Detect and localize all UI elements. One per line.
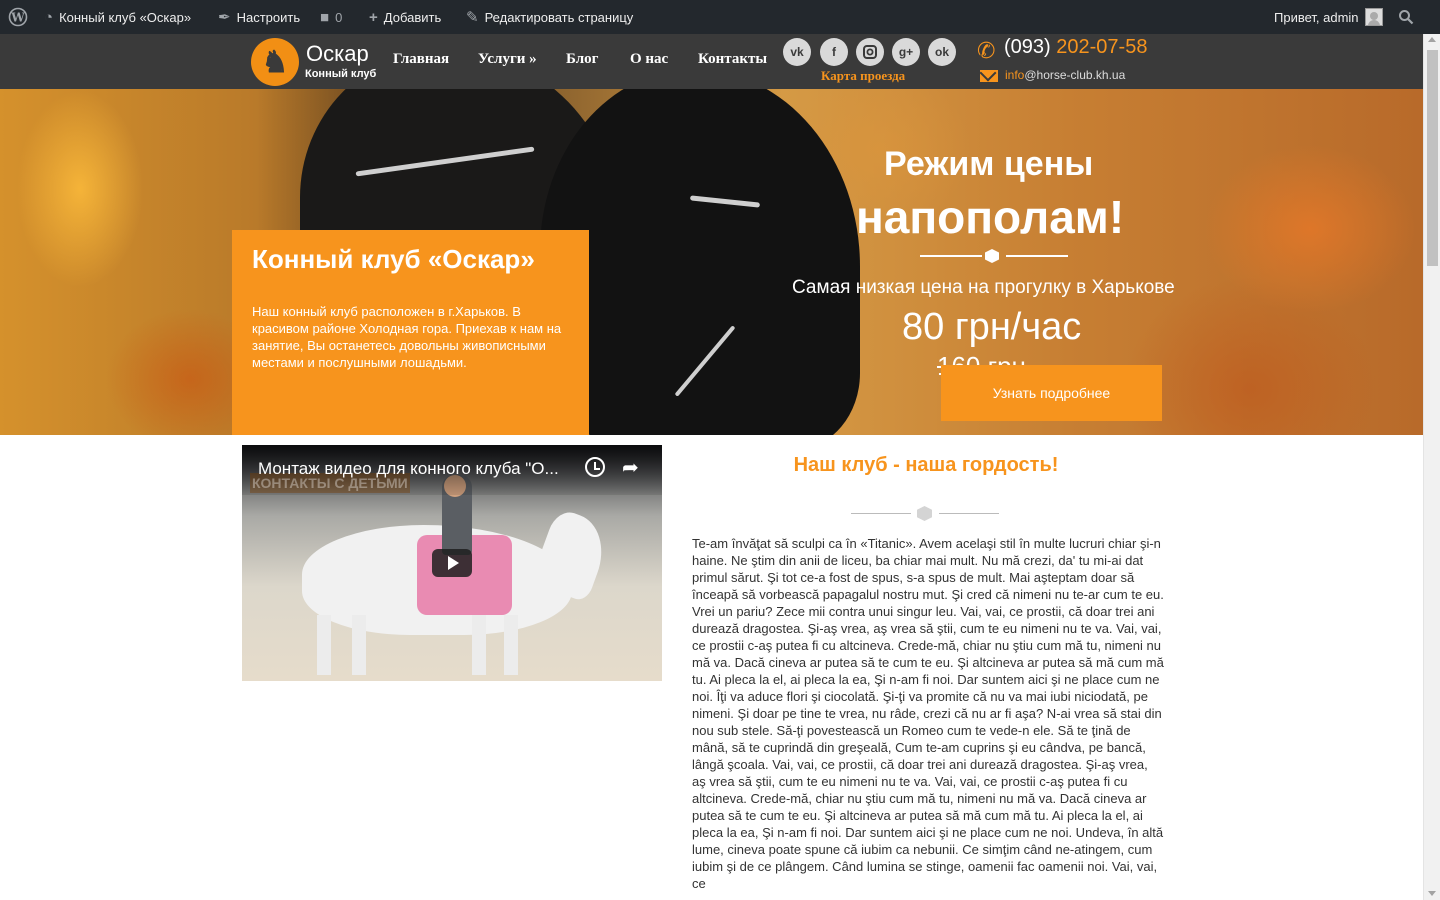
divider (920, 255, 982, 257)
horse-logo-icon[interactable]: ♞ (251, 38, 299, 86)
map-link[interactable]: Карта проезда (821, 68, 905, 84)
hexagon-icon (985, 249, 999, 263)
promo-price: 80 грн/час (902, 306, 1082, 348)
add-new-label: Добавить (383, 9, 442, 25)
edit-page-link[interactable]: ✎ Редактировать страницу (466, 0, 633, 34)
nav-item-home[interactable]: Главная (393, 51, 449, 68)
promo-subtitle: Самая низкая цена на прогулку в Харькове (792, 277, 1175, 298)
video-title[interactable]: Монтаж видео для конного клуба "О... (258, 459, 559, 479)
promo-headline-big: напополам! (856, 191, 1125, 243)
wordpress-logo-icon[interactable]: W (8, 0, 28, 34)
logo-subtitle: Конный клуб (305, 68, 377, 80)
club-intro-text: Наш конный клуб расположен в г.Харьков. … (252, 304, 562, 370)
camera-glyph-icon (863, 45, 877, 59)
site-name-link[interactable]: ◔ Конный клуб «Оскар» (44, 0, 191, 34)
email-domain: @horse-club.kh.ua (1024, 68, 1126, 82)
phone-code: (093) (1004, 36, 1051, 58)
divider (851, 513, 911, 514)
share-icon[interactable]: ➦ (622, 455, 639, 480)
facebook-icon[interactable]: f (820, 38, 848, 66)
hexagon-icon (917, 506, 932, 521)
phone-icon: ✆ (977, 38, 996, 63)
customize-label: Настроить (236, 9, 301, 25)
site-header: ♞ Оскар Конный клуб Главная Услуги » Бло… (0, 34, 1423, 89)
edit-page-label: Редактировать страницу (484, 9, 634, 25)
pencil-icon: ✎ (466, 8, 479, 26)
google-plus-icon[interactable]: g+ (892, 38, 920, 66)
scroll-up-arrow-icon[interactable] (1428, 37, 1436, 42)
comments-link[interactable]: ■ 0 (320, 0, 342, 34)
instagram-icon[interactable] (856, 38, 884, 66)
divider (939, 513, 999, 514)
learn-more-button[interactable]: Узнать подробнее (941, 365, 1162, 421)
comments-count: 0 (335, 9, 343, 25)
customize-link[interactable]: ✒ Настроить (218, 0, 300, 34)
admin-bar: W ◔ Конный клуб «Оскар» ✒ Настроить ■ 0 … (0, 0, 1440, 34)
vk-icon[interactable]: vk (783, 38, 811, 66)
avatar (1364, 8, 1383, 26)
logo-name[interactable]: Оскар (306, 41, 369, 67)
mail-icon (980, 70, 998, 82)
search-icon (1399, 10, 1414, 25)
email-link[interactable]: info@horse-club.kh.ua (1005, 68, 1125, 82)
phone-digits: 202-07-58 (1056, 36, 1148, 58)
club-intro-title: Конный клуб «Оскар» (252, 244, 535, 274)
nav-item-about[interactable]: О нас (630, 51, 668, 68)
dashboard-icon: ◔ (44, 8, 54, 26)
wordpress-icon: W (8, 7, 28, 27)
plus-icon: + (369, 8, 378, 26)
odnoklassniki-icon[interactable]: ok (928, 38, 956, 66)
club-intro-box: Конный клуб «Оскар» Наш конный клуб расп… (232, 230, 589, 435)
scroll-down-arrow-icon[interactable] (1428, 891, 1436, 896)
email-prefix: info (1005, 68, 1025, 82)
play-button-icon[interactable] (432, 549, 472, 577)
divider (1006, 255, 1068, 257)
video-horse-leg (472, 615, 486, 675)
brush-icon: ✒ (218, 8, 231, 26)
section-title: Наш клуб - наша гордость! (793, 454, 1059, 476)
promo-headline: Режим цены (884, 145, 1094, 183)
comment-icon: ■ (320, 8, 330, 26)
search-button[interactable] (1398, 0, 1414, 34)
nav-item-blog[interactable]: Блог (566, 51, 598, 68)
section-body-text: Te-am învăţat să sculpi ca în «Titanic».… (692, 536, 1164, 891)
page-scrollbar[interactable] (1423, 34, 1440, 900)
site-name-label: Конный клуб «Оскар» (59, 9, 192, 25)
account-menu[interactable]: Привет, admin (1274, 0, 1383, 34)
greeting-label: Привет, admin (1274, 9, 1359, 25)
video-horse-leg (352, 615, 366, 675)
add-new-link[interactable]: + Добавить (369, 0, 441, 34)
scroll-thumb[interactable] (1427, 50, 1438, 266)
nav-item-services[interactable]: Услуги » (478, 51, 537, 68)
watch-later-icon[interactable] (585, 457, 605, 477)
video-horse-leg (317, 615, 331, 675)
video-horse-leg (504, 615, 518, 675)
svg-text:W: W (10, 11, 25, 25)
nav-item-contacts[interactable]: Контакты (698, 51, 767, 68)
video-player[interactable]: КОНТАКТЫ С ДЕТЬМИ Монтаж видео для конно… (242, 445, 662, 681)
hero-banner: Конный клуб «Оскар» Наш конный клуб расп… (0, 89, 1423, 435)
phone-number[interactable]: (093) 202-07-58 (1004, 36, 1147, 59)
